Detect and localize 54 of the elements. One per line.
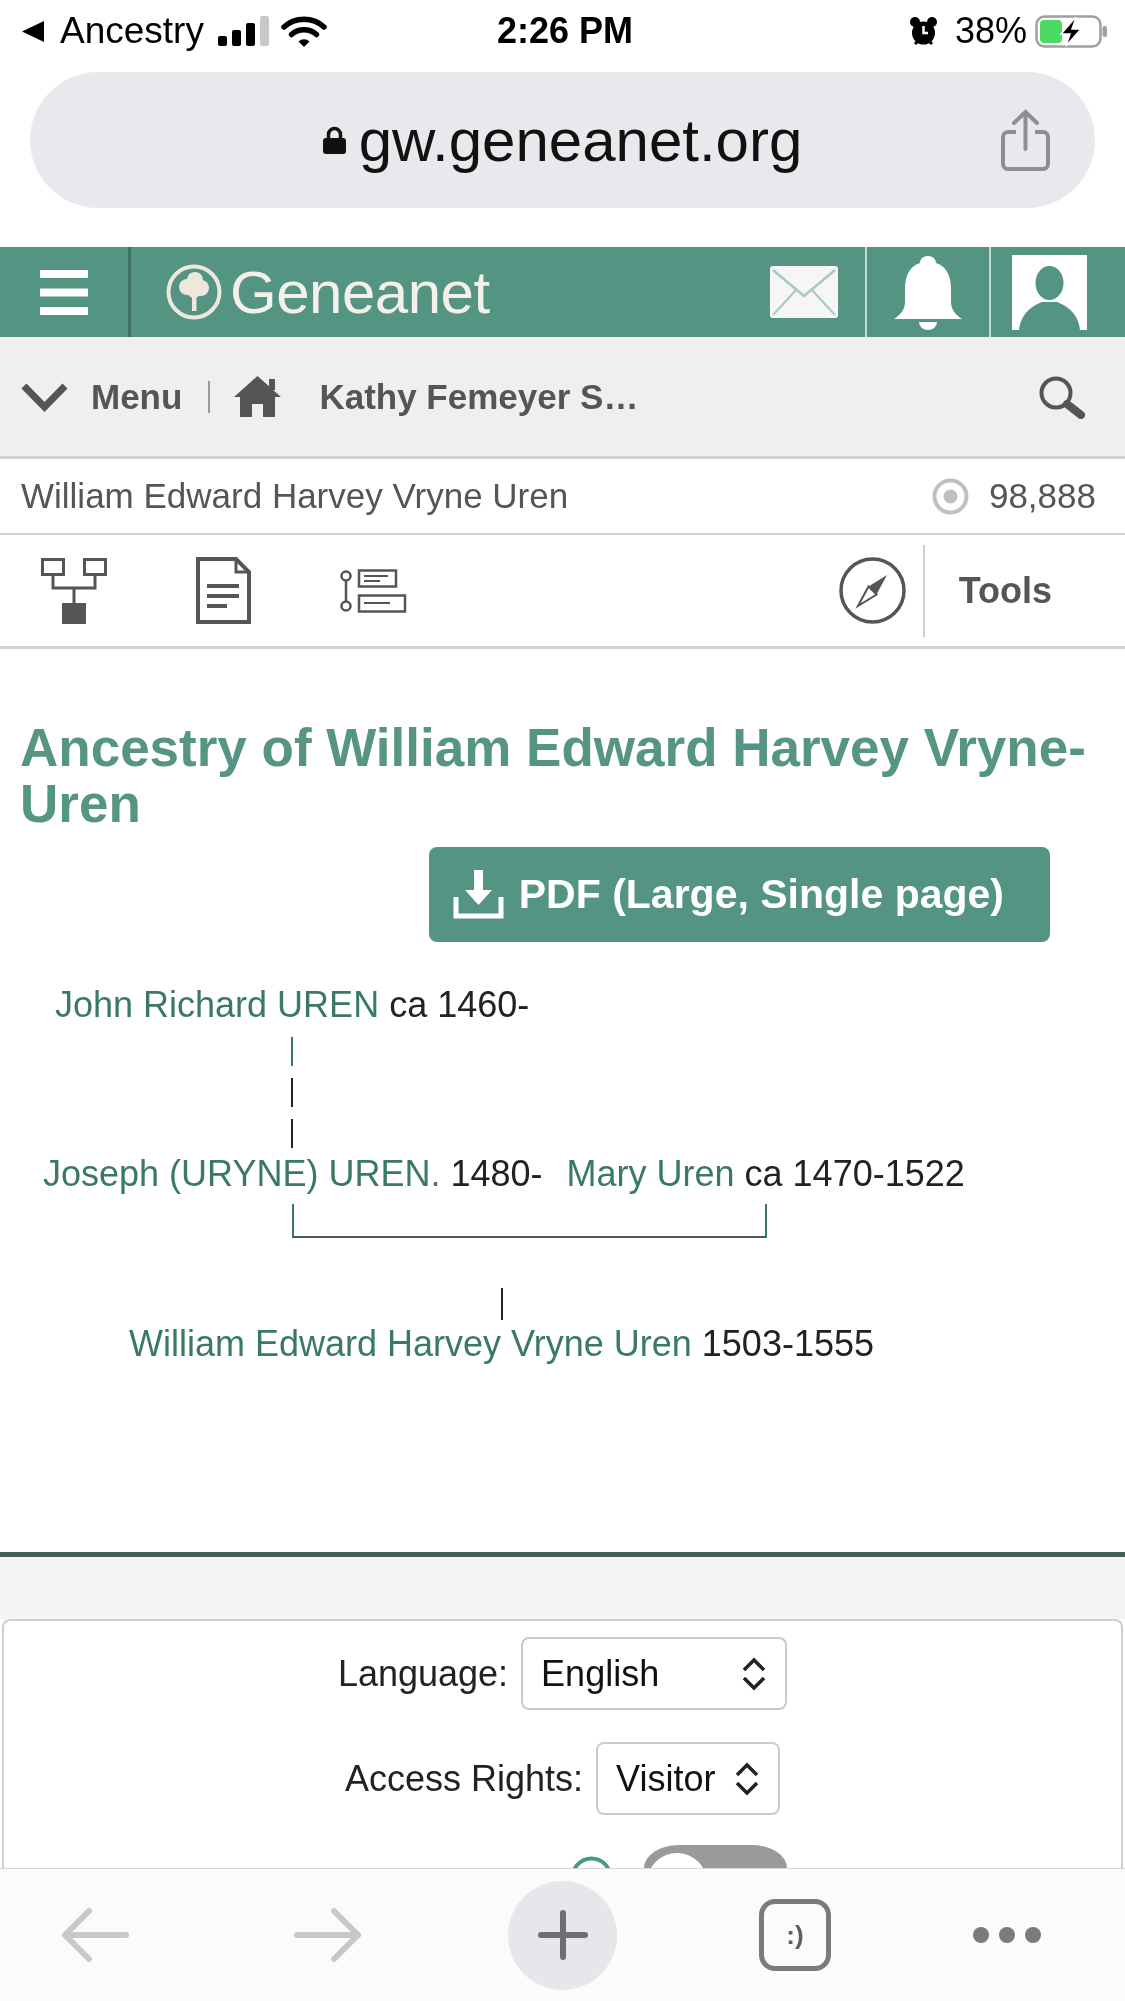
- avatar-icon[interactable]: [1012, 254, 1087, 330]
- chevron-down-icon: [20, 381, 69, 412]
- envelope-icon[interactable]: [769, 265, 839, 319]
- connector-line: [291, 1037, 294, 1066]
- plus-icon: [537, 1910, 588, 1960]
- person-link[interactable]: Joseph (URYNE) UREN.: [43, 1154, 441, 1194]
- download-icon: [452, 870, 504, 919]
- target-icon: [931, 477, 969, 515]
- lock-icon: [322, 126, 346, 154]
- setting-label: Access Rights:: [344, 1757, 584, 1800]
- compass-icon[interactable]: [838, 557, 906, 624]
- signal-icon: [217, 16, 270, 46]
- updown-chevron-icon: [741, 1655, 768, 1692]
- count-label: 98,888: [988, 476, 1096, 516]
- tabs-button[interactable]: :): [759, 1899, 831, 1971]
- life-dates: ca 1470-1522: [744, 1154, 965, 1194]
- connector-line: [500, 1288, 503, 1320]
- breadcrumb-link[interactable]: Kathy Femeyer S…: [319, 376, 639, 417]
- more-icon[interactable]: [972, 1926, 1042, 1944]
- list-icon[interactable]: [340, 568, 407, 613]
- life-dates: ca 1460-: [389, 985, 530, 1025]
- menu-button[interactable]: Menu: [20, 376, 183, 417]
- person-link[interactable]: John Richard UREN: [55, 985, 380, 1025]
- search-icon[interactable]: [1038, 374, 1086, 419]
- battery-percent: 38%: [954, 10, 1027, 52]
- person-link[interactable]: Mary Uren: [566, 1154, 735, 1194]
- back-triangle-icon: [22, 20, 44, 42]
- connector-line: [291, 1119, 294, 1148]
- page-title: Ancestry of William Edward Harvey Vryne-Uren: [19, 720, 1087, 832]
- battery-icon: [1035, 14, 1108, 48]
- address-bar[interactable]: gw.geneanet.org: [30, 72, 1095, 208]
- back-to-app-link[interactable]: Ancestry: [22, 10, 204, 52]
- tree-diagram-icon[interactable]: [41, 557, 107, 624]
- setting-select[interactable]: English: [521, 1637, 788, 1710]
- tree-logo-icon: [166, 264, 222, 320]
- life-dates: 1480-: [450, 1154, 543, 1194]
- person-link[interactable]: William Edward Harvey Vryne Uren: [129, 1324, 692, 1364]
- pdf-button[interactable]: PDF (Large, Single page): [428, 847, 1050, 942]
- life-dates: 1503-1555: [701, 1324, 874, 1364]
- setting-label: Language:: [337, 1652, 509, 1695]
- home-icon[interactable]: [234, 376, 282, 417]
- clock-time: 2:26 PM: [496, 10, 634, 52]
- bell-icon[interactable]: [894, 253, 962, 331]
- connector-line: [291, 1078, 294, 1107]
- tools-button[interactable]: Tools: [958, 569, 1052, 612]
- person-name: William Edward Harvey Vryne Uren: [21, 476, 569, 516]
- document-icon[interactable]: [196, 557, 251, 624]
- setting-select[interactable]: Visitor: [596, 1742, 781, 1815]
- menu-icon[interactable]: [40, 269, 88, 315]
- updown-chevron-icon: [734, 1760, 761, 1797]
- ring-icon: [570, 1856, 613, 1868]
- wifi-icon: [280, 14, 327, 48]
- alarm-clock-icon: [908, 16, 938, 46]
- share-icon[interactable]: [1001, 109, 1050, 171]
